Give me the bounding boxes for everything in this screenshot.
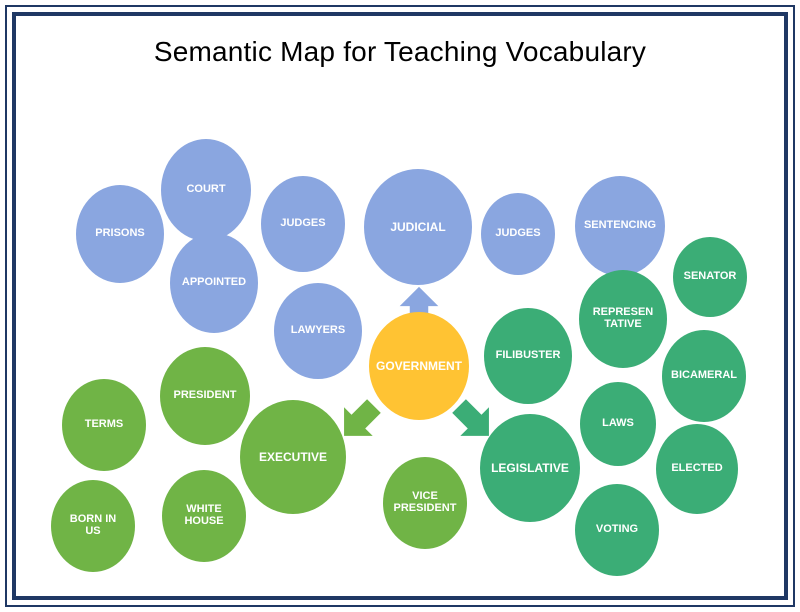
node-label: PRISONS xyxy=(95,227,145,240)
node-judicial[interactable]: JUDICIAL xyxy=(364,169,472,285)
node-label: LAWS xyxy=(602,417,634,430)
node-label: JUDGES xyxy=(280,217,326,230)
node-born-in-us[interactable]: BORN IN US xyxy=(51,480,135,572)
node-filibuster[interactable]: FILIBUSTER xyxy=(484,308,572,404)
node-judges-right[interactable]: JUDGES xyxy=(481,193,555,275)
node-bicameral[interactable]: BICAMERAL xyxy=(662,330,746,422)
node-label: LAWYERS xyxy=(290,324,346,337)
node-vice-president[interactable]: VICE PRESIDENT xyxy=(383,457,467,549)
node-white-house[interactable]: WHITE HOUSE xyxy=(162,470,246,562)
node-label: SENTENCING xyxy=(583,219,657,232)
node-label: LEGISLATIVE xyxy=(491,460,569,475)
node-label: REPRESEN TATIVE xyxy=(592,306,654,330)
node-court[interactable]: COURT xyxy=(161,139,251,241)
node-lawyers[interactable]: LAWYERS xyxy=(274,283,362,379)
node-label: ELECTED xyxy=(671,462,723,475)
node-president[interactable]: PRESIDENT xyxy=(160,347,250,445)
node-executive[interactable]: EXECUTIVE xyxy=(240,400,346,514)
node-label: BORN IN US xyxy=(69,513,117,537)
node-label: FILIBUSTER xyxy=(495,349,561,362)
node-label: SENATOR xyxy=(683,270,737,283)
node-representative[interactable]: REPRESEN TATIVE xyxy=(579,270,667,368)
node-label: BICAMERAL xyxy=(671,369,737,382)
node-appointed[interactable]: APPOINTED xyxy=(170,233,258,333)
node-label: PRESIDENT xyxy=(173,389,237,402)
node-label: JUDGES xyxy=(495,227,541,240)
node-label: GOVERNMENT xyxy=(375,358,462,373)
node-laws[interactable]: LAWS xyxy=(580,382,656,466)
node-label: EXECUTIVE xyxy=(258,449,327,464)
node-senator[interactable]: SENATOR xyxy=(673,237,747,317)
node-sentencing[interactable]: SENTENCING xyxy=(575,176,665,276)
semantic-map-canvas: PRISONS COURT JUDGES APPOINTED LAWYERS JUDICI… xyxy=(0,0,800,612)
node-label: TERMS xyxy=(84,418,124,431)
node-label: WHITE HOUSE xyxy=(184,503,224,527)
node-voting[interactable]: VOTING xyxy=(575,484,659,576)
node-elected[interactable]: ELECTED xyxy=(656,424,738,514)
node-prisons[interactable]: PRISONS xyxy=(76,185,164,283)
node-label: VICE PRESIDENT xyxy=(393,490,457,514)
node-legislative[interactable]: LEGISLATIVE xyxy=(480,414,580,522)
semantic-map-page: Semantic Map for Teaching Vocabulary PRI… xyxy=(0,0,800,612)
node-terms[interactable]: TERMS xyxy=(62,379,146,471)
node-label: JUDICIAL xyxy=(390,219,446,234)
node-label: VOTING xyxy=(595,523,639,536)
node-government[interactable]: GOVERNMENT xyxy=(369,312,469,420)
node-judges-left[interactable]: JUDGES xyxy=(261,176,345,272)
node-label: APPOINTED xyxy=(181,276,247,289)
node-label: COURT xyxy=(186,183,226,196)
